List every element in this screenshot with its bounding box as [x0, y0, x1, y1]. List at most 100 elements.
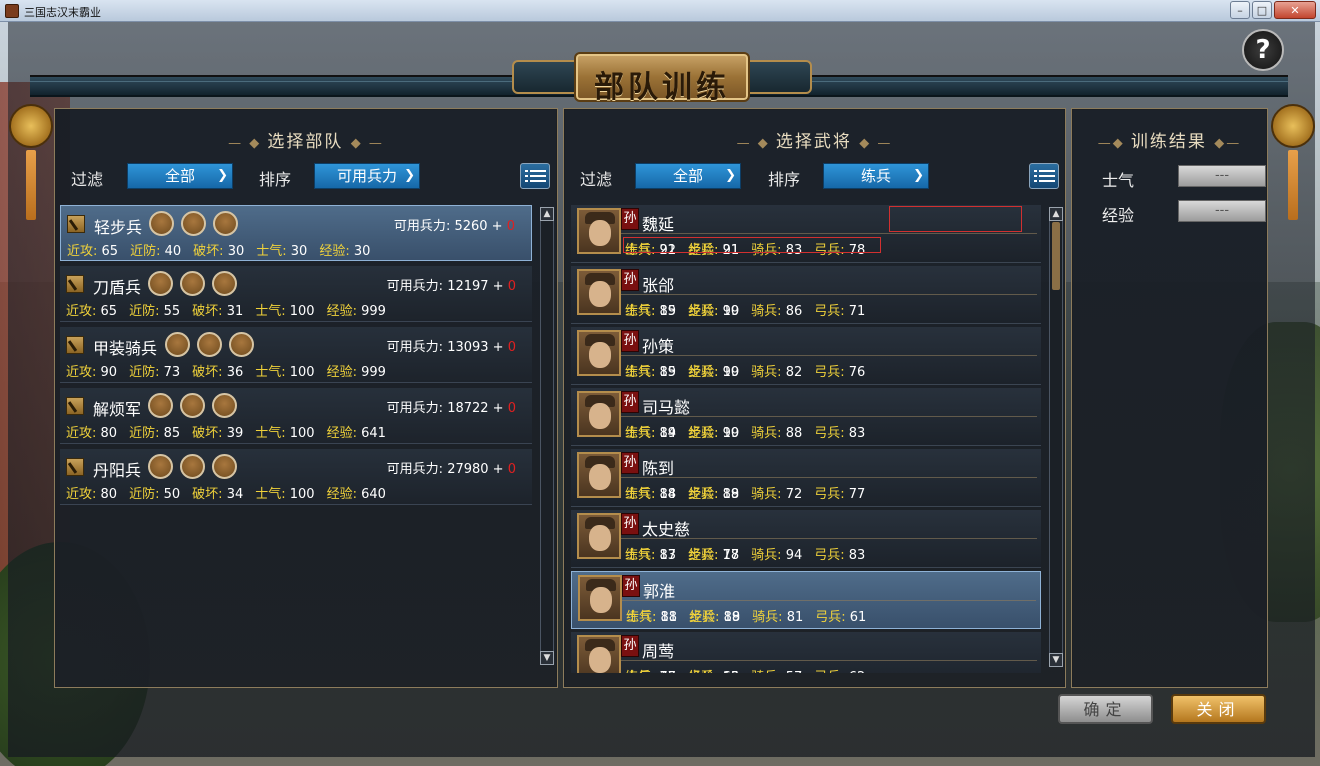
troop-panel: — ◆ 选择部队 ◆ — 过滤 全部 ❯ 排序 可用兵力 ❯ 轻步兵 可用兵力: …	[54, 108, 558, 688]
stat-key: 近攻	[66, 426, 93, 441]
stat-value: 85	[659, 304, 677, 319]
plaque-center: 部队训练	[574, 52, 750, 105]
troop-name: 丹阳兵	[93, 461, 142, 480]
general-row[interactable]: 孙太史慈 士气: 17 经验: 17 练兵: 83 步兵: 78 骑兵: 94 弓兵: 83	[571, 510, 1041, 568]
troop-available: 可用兵力: 13093 + 0	[386, 340, 516, 355]
general-portrait	[577, 391, 621, 437]
general-skills: 练兵: 84 步兵: 89 骑兵: 72 弓兵: 77	[625, 487, 866, 502]
confirm-button[interactable]: 确定	[1058, 694, 1153, 724]
stat-key: 练兵	[625, 548, 652, 563]
troop-scrollbar[interactable]: ▲ ▼	[540, 207, 554, 665]
officer-slot-icon	[180, 454, 205, 479]
general-skills: 练兵: 85 步兵: 90 骑兵: 82 弓兵: 76	[625, 365, 866, 380]
scroll-thumb[interactable]	[1052, 222, 1060, 290]
scroll-down-icon[interactable]: ▼	[1049, 653, 1063, 667]
troop-filter-label: 过滤	[71, 170, 104, 189]
stat-key: 步兵	[688, 548, 715, 563]
troop-list-view-button[interactable]	[520, 163, 550, 189]
general-name: 张郃	[642, 276, 675, 295]
stat-value: 83	[848, 426, 866, 441]
plaque-wing-right	[742, 60, 812, 94]
stat-key: 骑兵	[751, 670, 777, 673]
sword-icon	[66, 397, 84, 415]
maximize-button[interactable]: □	[1252, 1, 1272, 19]
general-row[interactable]: 孙郭淮 士气: 18 经验: 18 练兵: 81 步兵: 89 骑兵: 81 弓兵: 61	[571, 571, 1041, 629]
clan-badge: 孙	[621, 330, 639, 352]
stat-value: 84	[659, 487, 677, 502]
stat-value: 85	[659, 365, 677, 380]
close-button[interactable]: 关闭	[1171, 694, 1266, 724]
troop-sort-value: 可用兵力	[336, 167, 397, 185]
troop-row[interactable]: 解烦军 可用兵力: 18722 + 0 近攻: 80 近防: 85 破坏: 39 士气: …	[60, 388, 532, 444]
general-portrait	[577, 330, 621, 376]
stat-value: 30	[227, 244, 245, 259]
close-window-button[interactable]: ✕	[1274, 1, 1316, 19]
result-morale-label: 士气	[1102, 171, 1135, 190]
stat-value: 94	[785, 548, 803, 563]
stat-value: 31	[226, 304, 244, 319]
general-row[interactable]: 孙周莺士气: 15经验: 15练兵: 77步兵: 63骑兵: 57弓兵: 62	[571, 632, 1041, 673]
troop-available: 可用兵力: 18722 + 0	[386, 401, 516, 416]
sword-icon	[66, 458, 84, 476]
stat-key: 弓兵	[815, 610, 842, 625]
highlight-morale-exp	[889, 206, 1022, 232]
scroll-up-icon[interactable]: ▲	[1049, 207, 1063, 221]
stat-value: 83	[848, 548, 866, 563]
troop-row[interactable]: 甲装骑兵 可用兵力: 13093 + 0 近攻: 90 近防: 73 破坏: 36 士气:…	[60, 327, 532, 383]
troop-name: 刀盾兵	[93, 278, 142, 297]
minimize-button[interactable]: –	[1230, 1, 1250, 19]
stat-key: 弓兵	[814, 670, 840, 673]
stat-value: 999	[361, 365, 386, 380]
stat-key: 步兵	[689, 610, 716, 625]
troop-filter-dropdown[interactable]: 全部 ❯	[127, 163, 233, 189]
stat-value: 100	[289, 304, 315, 319]
scroll-down-icon[interactable]: ▼	[540, 651, 554, 665]
general-name: 陈到	[642, 459, 675, 478]
general-list: 孙魏延 士气: 21 经验: 21 练兵: 92 步兵: 91 骑兵: 83 弓兵: 78 …	[571, 205, 1041, 673]
general-skills: 练兵: 83 步兵: 78 骑兵: 94 弓兵: 83	[625, 548, 866, 563]
title-deco-left-icon: — ◆	[736, 136, 776, 151]
stat-key: 步兵	[688, 365, 715, 380]
stat-key: 步兵	[688, 487, 715, 502]
chevron-down-icon: ❯	[913, 168, 924, 183]
row-divider	[621, 416, 1037, 417]
stat-key: 近防	[129, 426, 156, 441]
result-exp-value: ---	[1178, 200, 1266, 222]
general-scrollbar[interactable]: ▲ ▼	[1049, 207, 1063, 667]
row-divider	[622, 600, 1036, 601]
highlight-skill-stats	[623, 237, 881, 253]
officer-slot-icon	[213, 211, 238, 236]
general-name: 周莺	[642, 642, 675, 661]
stat-key: 骑兵	[751, 365, 778, 380]
general-sort-dropdown[interactable]: 练兵 ❯	[823, 163, 929, 189]
general-row[interactable]: 孙张郃 士气: 19 经验: 19 练兵: 85 步兵: 90 骑兵: 86 弓兵: 71	[571, 266, 1041, 324]
stat-key: 经验	[326, 487, 353, 502]
troop-list: 轻步兵 可用兵力: 5260 + 0 近攻: 65 近防: 40 破坏: 30 士气: 3…	[60, 205, 532, 685]
avail-bonus: 0	[506, 219, 515, 234]
general-list-view-button[interactable]	[1029, 163, 1059, 189]
scroll-up-icon[interactable]: ▲	[540, 207, 554, 221]
stat-key: 骑兵	[751, 487, 778, 502]
troop-sort-dropdown[interactable]: 可用兵力 ❯	[314, 163, 420, 189]
chevron-down-icon: ❯	[217, 168, 228, 183]
general-portrait	[577, 513, 621, 559]
officer-slot-icon	[212, 271, 237, 296]
avail-value: 5260	[454, 219, 488, 234]
help-button[interactable]: ?	[1242, 29, 1284, 71]
general-row[interactable]: 孙司马懿 士气: 19 经验: 19 练兵: 84 步兵: 90 骑兵: 88 弓兵: 83	[571, 388, 1041, 446]
stat-key: 练兵	[625, 304, 652, 319]
troop-row[interactable]: 刀盾兵 可用兵力: 12197 + 0 近攻: 65 近防: 55 破坏: 31 士气: …	[60, 266, 532, 322]
stat-key: 士气	[255, 365, 282, 380]
general-row[interactable]: 孙孙策 士气: 19 经验: 19 练兵: 85 步兵: 90 骑兵: 82 弓兵: 76	[571, 327, 1041, 385]
general-filter-dropdown[interactable]: 全部 ❯	[635, 163, 741, 189]
avail-label: 可用兵力	[386, 462, 439, 477]
stat-key: 弓兵	[814, 487, 841, 502]
officer-slot-icon	[165, 332, 190, 357]
general-row[interactable]: 孙陈到 士气: 18 经验: 18 练兵: 84 步兵: 89 骑兵: 72 弓兵: 77	[571, 449, 1041, 507]
general-name: 太史慈	[642, 520, 691, 539]
stat-key: 近攻	[66, 365, 93, 380]
troop-row[interactable]: 轻步兵 可用兵力: 5260 + 0 近攻: 65 近防: 40 破坏: 30 士气: 3…	[60, 205, 532, 261]
stat-key: 近防	[129, 487, 156, 502]
troop-row[interactable]: 丹阳兵 可用兵力: 27980 + 0 近攻: 80 近防: 50 破坏: 34 士气: …	[60, 449, 532, 505]
stat-key: 练兵	[626, 610, 653, 625]
